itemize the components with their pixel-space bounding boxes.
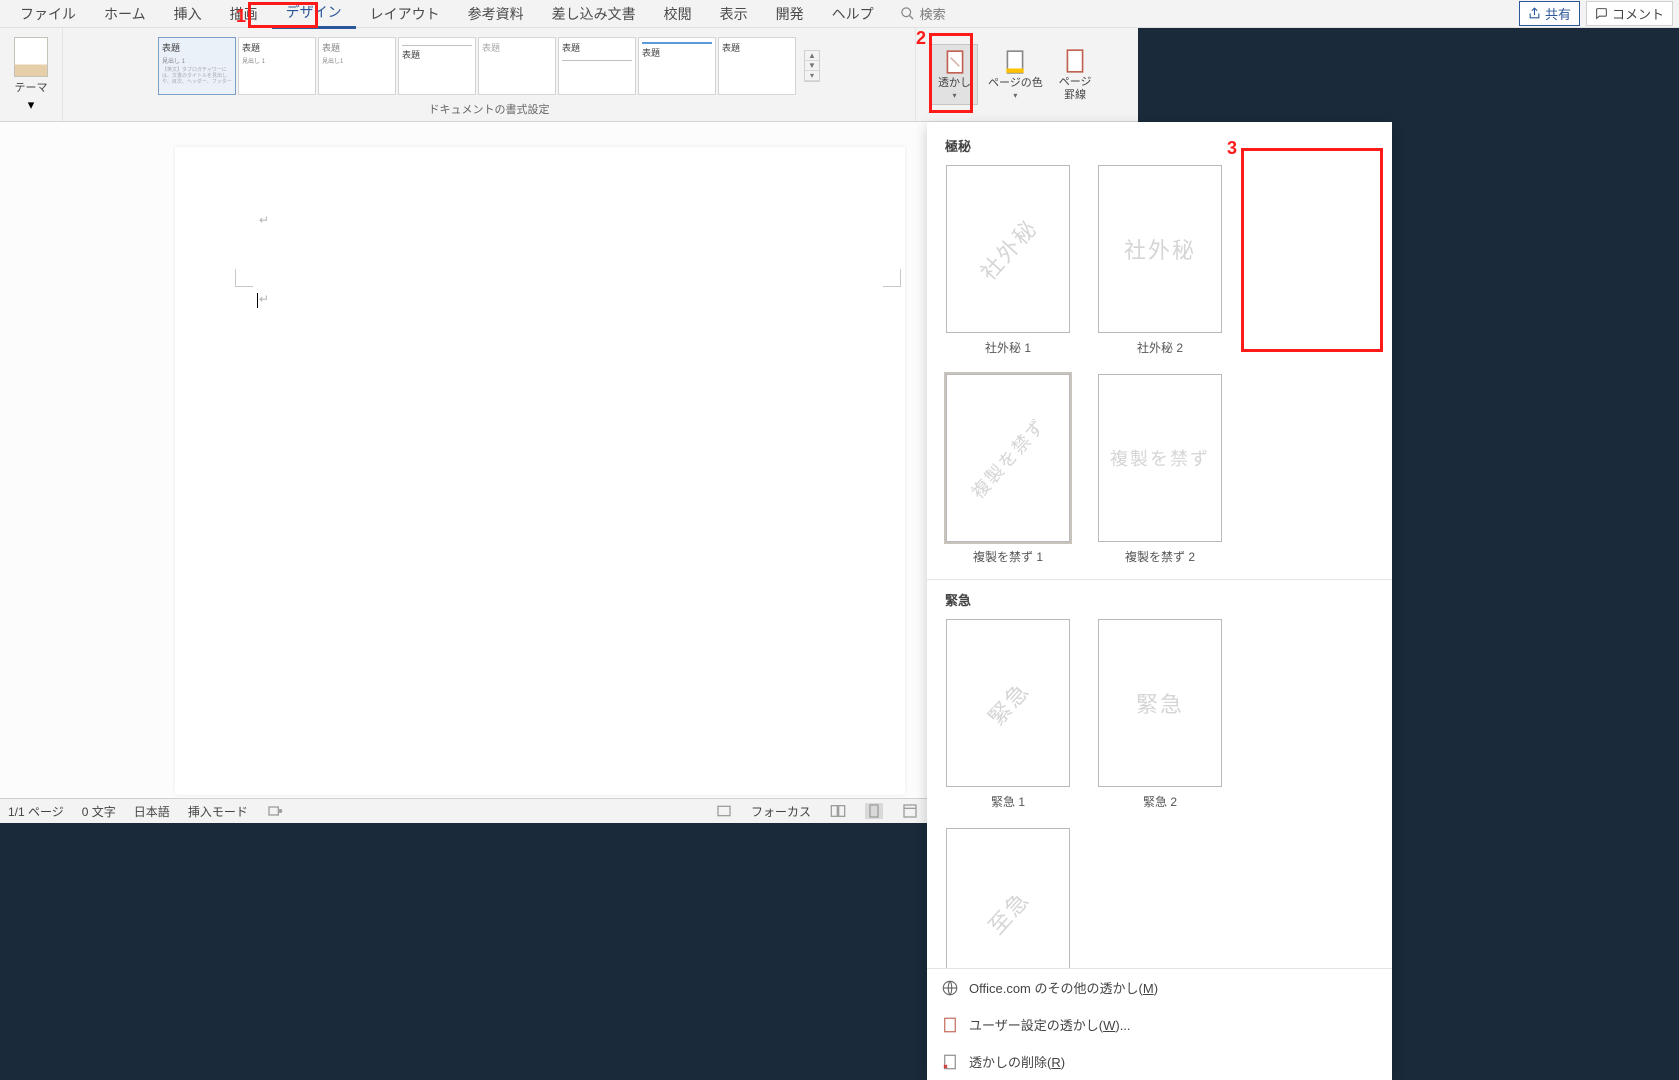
style-set-item[interactable]: 表題 — [478, 37, 556, 95]
comment-icon — [1595, 7, 1608, 20]
web-layout-icon[interactable] — [901, 803, 919, 819]
tab-view[interactable]: 表示 — [706, 0, 762, 28]
watermark-custom-button[interactable]: ユーザー設定の透かし(W)... — [927, 1006, 1392, 1043]
style-set-item[interactable]: 表題 見出し1 — [318, 37, 396, 95]
tab-file[interactable]: ファイル — [6, 0, 90, 28]
tab-home[interactable]: ホーム — [90, 0, 160, 28]
tab-insert[interactable]: 挿入 — [160, 0, 216, 28]
status-language[interactable]: 日本語 — [134, 803, 170, 820]
document-formatting-group: 表題 見出し 1 【英文】タブロガチャワーには、文書のタイトルを見出しや、目次、… — [63, 28, 916, 121]
chevron-down-icon: ▾ — [28, 97, 35, 113]
watermark-item-confidential-2[interactable]: 社外秘 社外秘 2 — [1093, 165, 1227, 356]
tab-help[interactable]: ヘルプ — [818, 0, 888, 28]
tab-design[interactable]: デザイン — [272, 0, 356, 29]
tab-mailings[interactable]: 差し込み文書 — [538, 0, 650, 28]
style-set-item[interactable]: 表題 見出し 1 — [238, 37, 316, 95]
watermark-item-confidential-1[interactable]: 社外秘 社外秘 1 — [941, 165, 1075, 356]
focus-mode-icon[interactable] — [715, 803, 733, 819]
crop-mark-icon — [235, 269, 253, 287]
watermark-item-do-not-copy-2[interactable]: 複製を禁ず 複製を禁ず 2 — [1093, 374, 1227, 565]
style-set-item[interactable]: 表題 見出し 1 【英文】タブロガチャワーには、文書のタイトルを見出しや、目次、… — [158, 37, 236, 95]
group-label: ドキュメントの書式設定 — [71, 99, 907, 117]
watermark-remove-button[interactable]: 透かしの削除(R) — [927, 1043, 1392, 1080]
search-icon — [900, 6, 915, 21]
comment-button[interactable]: コメント — [1586, 1, 1673, 26]
paragraph-mark-icon: ↵ — [259, 292, 269, 306]
search-area[interactable]: 検索 — [888, 4, 958, 23]
style-set-gallery[interactable]: 表題 見出し 1 【英文】タブロガチャワーには、文書のタイトルを見出しや、目次、… — [158, 37, 798, 95]
document-canvas[interactable]: ↵ ↵ — [0, 122, 927, 799]
theme-thumb-icon — [14, 37, 48, 77]
page-borders-button[interactable]: ページ 罫線 — [1053, 44, 1098, 104]
macro-record-icon[interactable] — [266, 803, 284, 819]
watermark-gallery-panel: 極秘 社外秘 社外秘 1 社外秘 社外秘 2 複製を禁ず 複製を禁ず 1 複製を… — [927, 122, 1392, 1080]
document-icon — [941, 1016, 959, 1034]
watermark-section-confidential: 極秘 — [945, 136, 1378, 155]
style-set-item[interactable]: 表題 — [718, 37, 796, 95]
style-set-item[interactable]: 表題 — [638, 37, 716, 95]
themes-group: テーマ ▾ — [0, 28, 63, 121]
print-layout-icon[interactable] — [865, 803, 883, 819]
tab-draw[interactable]: 描画 — [216, 0, 272, 28]
paragraph-mark-icon: ↵ — [259, 213, 269, 227]
status-word-count[interactable]: 0 文字 — [82, 803, 116, 820]
watermark-item-urgent-2[interactable]: 緊急 緊急 2 — [1093, 619, 1227, 810]
document-delete-icon — [941, 1053, 959, 1071]
status-focus[interactable]: フォーカス — [751, 803, 811, 820]
document-page[interactable]: ↵ ↵ — [175, 147, 905, 795]
share-button[interactable]: 共有 — [1519, 1, 1580, 26]
page-borders-icon — [1062, 48, 1088, 74]
tab-review[interactable]: 校閲 — [650, 0, 706, 28]
search-label: 検索 — [920, 4, 946, 23]
watermark-more-office-button[interactable]: Office.com のその他の透かし(M) — [927, 969, 1392, 1006]
globe-icon — [941, 979, 959, 997]
watermark-section-urgent: 緊急 — [945, 590, 1378, 609]
status-insert-mode[interactable]: 挿入モード — [188, 803, 248, 820]
watermark-footer: Office.com のその他の透かし(M) ユーザー設定の透かし(W)... … — [927, 968, 1392, 1080]
text-cursor — [257, 293, 258, 308]
page-color-icon — [1002, 49, 1028, 75]
watermark-item-do-not-copy-1[interactable]: 複製を禁ず 複製を禁ず 1 — [941, 374, 1075, 565]
chevron-down-icon[interactable]: ▼ — [805, 61, 819, 71]
watermark-icon — [942, 49, 968, 75]
themes-button[interactable]: テーマ ▾ — [8, 33, 54, 117]
ribbon-tab-strip: ファイル ホーム 挿入 描画 デザイン レイアウト 参考資料 差し込み文書 校閲… — [0, 0, 1679, 28]
watermark-button[interactable]: 透かし ▾ — [931, 44, 978, 105]
crop-mark-icon — [883, 269, 901, 287]
watermark-item-urgent-1[interactable]: 緊急 緊急 1 — [941, 619, 1075, 810]
share-icon — [1528, 7, 1541, 20]
status-page[interactable]: 1/1 ページ — [8, 803, 64, 820]
tab-layout[interactable]: レイアウト — [356, 0, 454, 28]
chevron-up-icon[interactable]: ▲ — [805, 51, 819, 61]
style-set-item[interactable]: 表題 — [558, 37, 636, 95]
tab-developer[interactable]: 開発 — [762, 0, 818, 28]
page-background-group: 透かし ▾ ページの色 ▾ ページ 罫線 — [927, 28, 1138, 122]
style-set-item[interactable]: 表題 — [398, 37, 476, 95]
read-mode-icon[interactable] — [829, 803, 847, 819]
more-icon[interactable]: ▾ — [805, 71, 819, 81]
gallery-spinner[interactable]: ▲ ▼ ▾ — [804, 50, 820, 82]
page-color-button[interactable]: ページの色 ▾ — [982, 45, 1049, 104]
tab-references[interactable]: 参考資料 — [454, 0, 538, 28]
status-bar: 1/1 ページ 0 文字 日本語 挿入モード フォーカス — [0, 799, 927, 823]
